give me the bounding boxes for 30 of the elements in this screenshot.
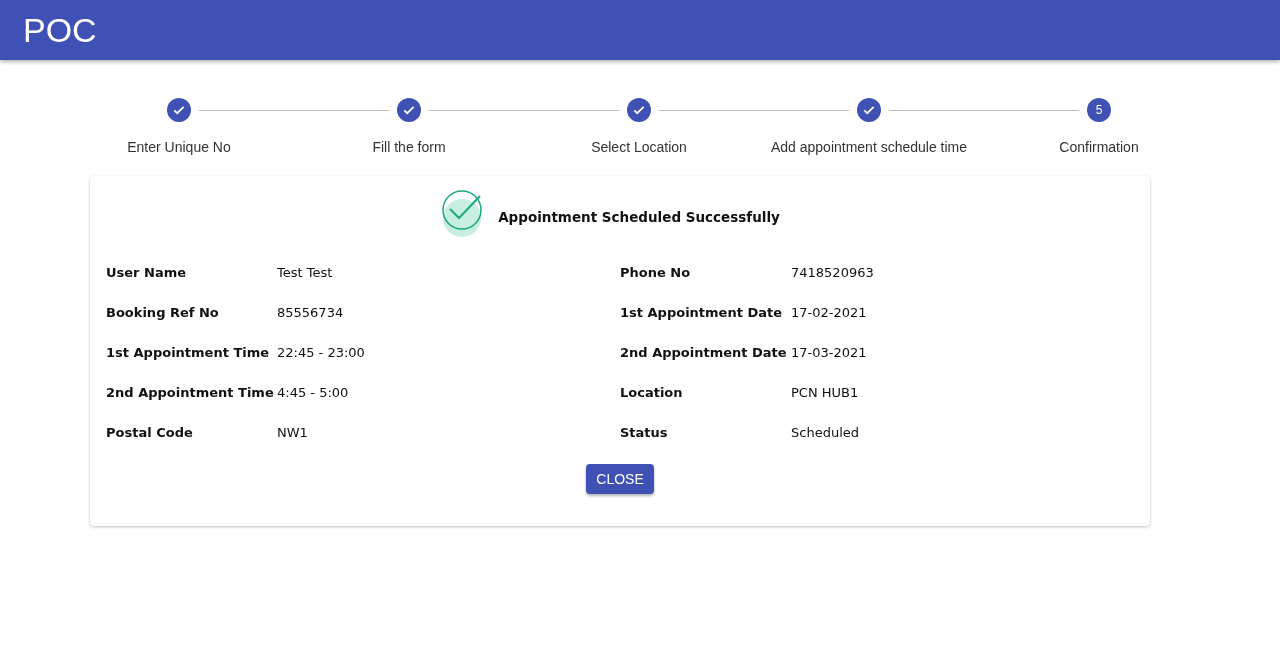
field-label: Status — [620, 424, 669, 442]
success-check-icon — [440, 190, 485, 238]
field-label: Location — [620, 384, 684, 402]
close-button[interactable]: CLOSE — [586, 464, 654, 494]
field-value: 17-02-2021 — [791, 304, 868, 322]
app-title: POC — [23, 10, 97, 50]
step-label: Select Location — [591, 139, 687, 155]
field-value: Scheduled — [791, 424, 860, 442]
field-value: 7418520963 — [791, 264, 875, 282]
field-label: Booking Ref No — [106, 304, 220, 322]
field-value: 85556734 — [277, 304, 345, 322]
field-value: PCN HUB1 — [791, 384, 860, 402]
step-label: Confirmation — [1059, 139, 1139, 155]
field-label: 1st Appointment Date — [620, 304, 783, 322]
field-label: 2nd Appointment Date — [620, 344, 788, 362]
field-value: 22:45 - 23:00 — [277, 344, 366, 362]
step-label: Enter Unique No — [127, 139, 231, 155]
field-label: Phone No — [620, 264, 692, 282]
step-label: Fill the form — [372, 139, 446, 155]
field-value: Test Test — [277, 264, 334, 282]
field-label: 2nd Appointment Time — [106, 384, 275, 402]
step-number: 5 — [1087, 98, 1111, 122]
field-label: Postal Code — [106, 424, 194, 442]
field-label: User Name — [106, 264, 188, 282]
field-value: 4:45 - 5:00 — [277, 384, 350, 402]
field-label: 1st Appointment Time — [106, 344, 271, 362]
success-message: Appointment Scheduled Successfully — [498, 209, 780, 225]
field-value: NW1 — [277, 424, 309, 442]
field-value: 17-03-2021 — [791, 344, 868, 362]
step-label: Add appointment schedule time — [770, 139, 968, 155]
